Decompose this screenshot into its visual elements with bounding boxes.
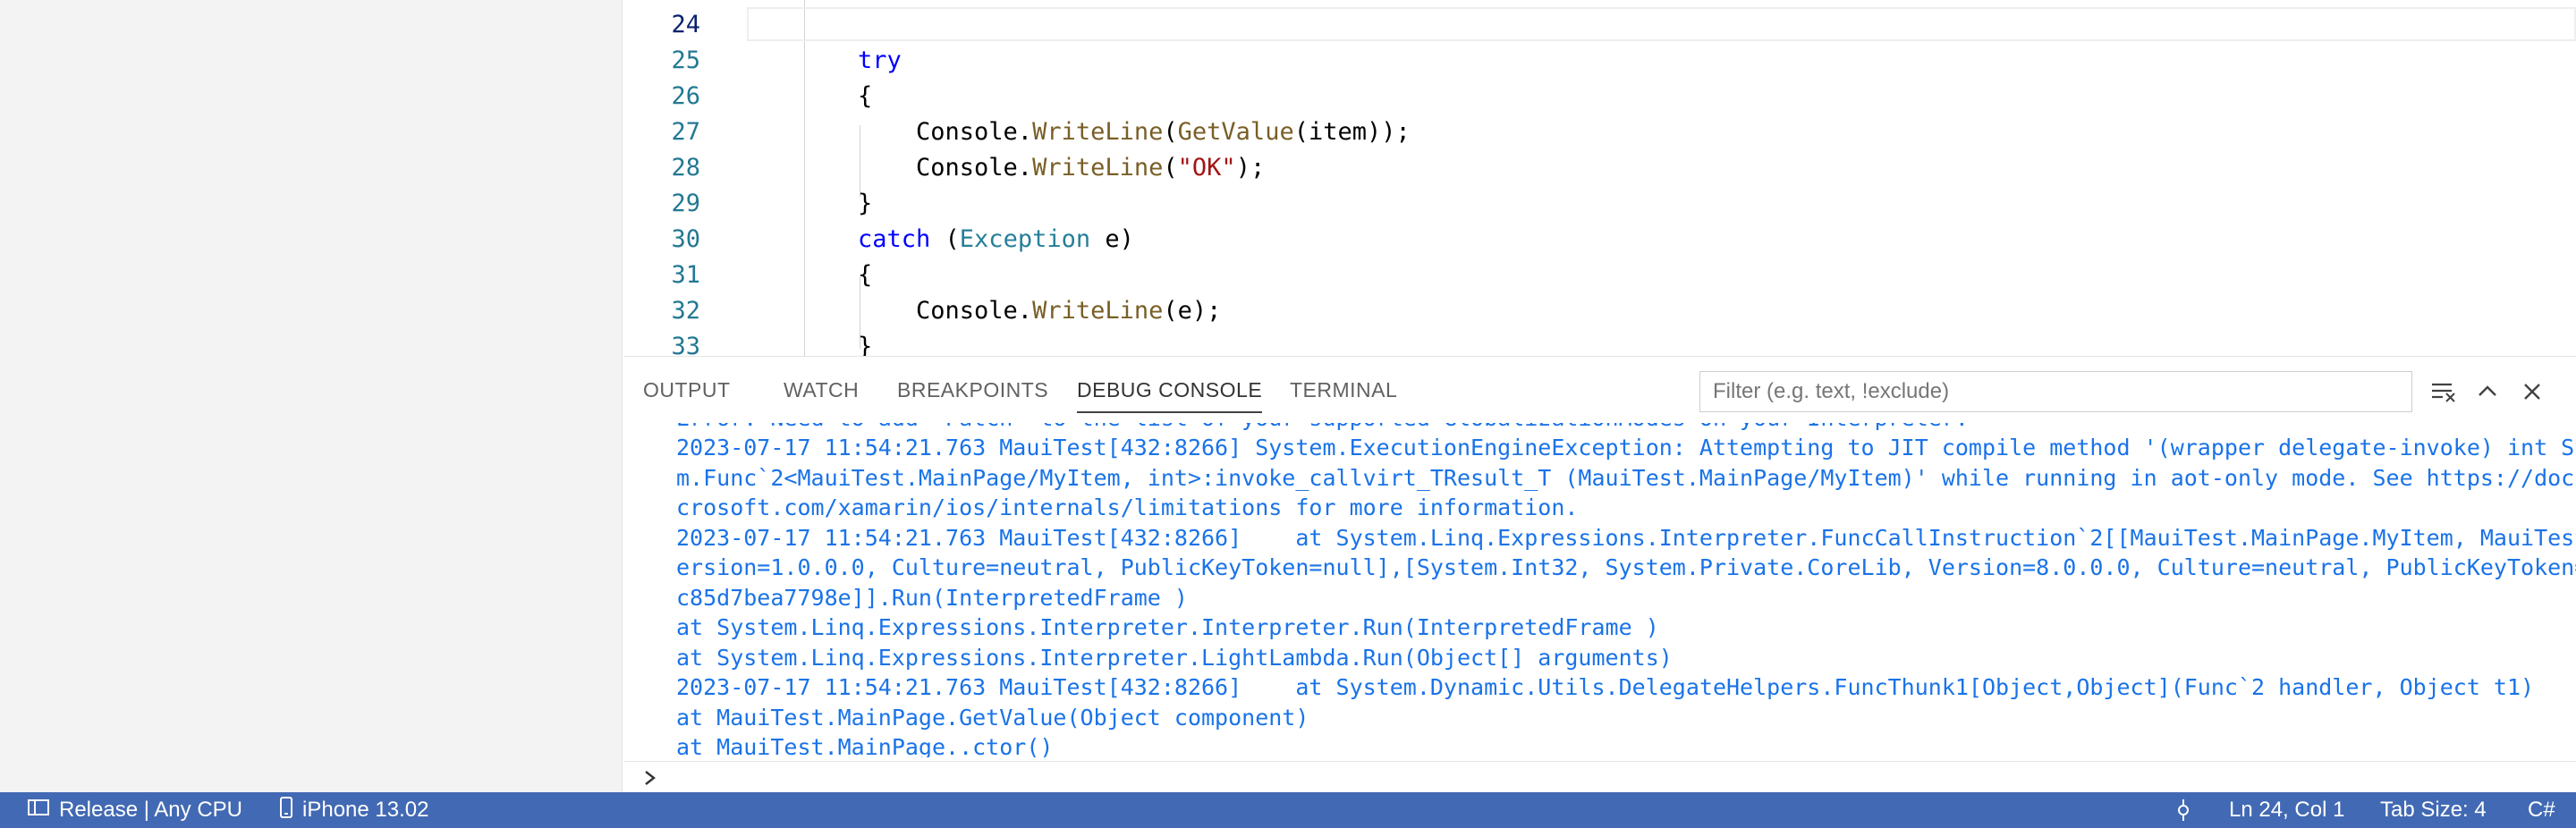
- code-token: try: [858, 46, 902, 74]
- line-number: 29: [671, 190, 700, 217]
- tab-watch[interactable]: WATCH: [784, 378, 859, 402]
- phone-icon: [279, 796, 293, 825]
- cursor-position[interactable]: Ln 24, Col 1: [2229, 792, 2344, 828]
- filter-input[interactable]: [1699, 371, 2412, 412]
- code-token: Exception: [959, 225, 1091, 253]
- console-line: crosoft.com/xamarin/ios/internals/limita…: [676, 494, 1579, 520]
- clear-console-icon[interactable]: [2425, 373, 2462, 410]
- line-number: 33: [671, 333, 700, 356]
- code-text: Console.WriteLine(e);: [858, 293, 1221, 329]
- code-token: catch: [858, 225, 931, 253]
- code-line[interactable]: 33}: [623, 329, 2576, 356]
- line-number: 31: [671, 261, 700, 289]
- console-line: 2023-07-17 11:54:21.763 MauiTest[432:826…: [676, 524, 2576, 551]
- code-token: (: [1163, 118, 1178, 146]
- code-line[interactable]: 27 Console.WriteLine(GetValue(item));: [623, 114, 2576, 150]
- device-label: iPhone 13.02: [302, 798, 429, 822]
- line-number: 28: [671, 154, 700, 182]
- line-number: 27: [671, 118, 700, 146]
- status-bar: Release | Any CPU iPhone 13.02 Ln 24, Co…: [0, 792, 2576, 828]
- tab-debug-console[interactable]: DEBUG CONSOLE: [1077, 378, 1263, 413]
- code-token: WriteLine: [1032, 297, 1164, 325]
- bottom-panel: OUTPUT WATCH BREAKPOINTS DEBUG CONSOLE T…: [623, 356, 2576, 792]
- code-text: try: [858, 43, 902, 79]
- code-token: (e);: [1163, 297, 1222, 325]
- maximize-panel-icon[interactable]: [2469, 373, 2506, 410]
- console-line: m.Func`2<MauiTest.MainPage/MyItem, int>:…: [676, 464, 2576, 491]
- line-number: 32: [671, 297, 700, 325]
- build-config[interactable]: Release | Any CPU: [27, 792, 242, 828]
- code-token: }: [858, 190, 873, 217]
- code-text: catch (Exception e): [858, 222, 1134, 258]
- language-mode[interactable]: C#: [2528, 792, 2555, 828]
- code-line[interactable]: 25 try: [623, 43, 2576, 79]
- code-token: (: [930, 225, 960, 253]
- line-number: 25: [671, 46, 700, 74]
- device-selector[interactable]: iPhone 13.02: [279, 792, 428, 828]
- code-token: "OK": [1177, 154, 1236, 182]
- window-icon: [27, 798, 50, 824]
- line-number: 26: [671, 82, 700, 110]
- code-line[interactable]: 32 Console.WriteLine(e);: [623, 293, 2576, 329]
- code-token: );: [1235, 154, 1266, 182]
- code-token: (item));: [1293, 118, 1411, 146]
- line-number: 24: [671, 11, 700, 38]
- console-line: 2023-07-17 11:54:21.763 MauiTest[432:826…: [676, 435, 2576, 460]
- code-token: {: [858, 82, 873, 110]
- console-line-partial: Error: Need to add `Patch` to the list o…: [676, 423, 2546, 434]
- panel-tab-bar: OUTPUT WATCH BREAKPOINTS DEBUG CONSOLE T…: [623, 357, 2576, 423]
- tab-output[interactable]: OUTPUT: [643, 378, 731, 402]
- code-text: Console.WriteLine(GetValue(item));: [858, 114, 1411, 150]
- tab-terminal[interactable]: TERMINAL: [1290, 378, 1397, 402]
- chevron-right-icon: [641, 765, 659, 795]
- code-token: (: [1163, 154, 1178, 182]
- debug-console-output[interactable]: Error: Need to add `Patch` to the list o…: [623, 423, 2576, 757]
- code-line[interactable]: 29}: [623, 186, 2576, 222]
- console-line: c85d7bea7798e]].Run(InterpretedFrame ): [676, 584, 1188, 611]
- code-token: WriteLine: [1032, 154, 1164, 182]
- code-token: WriteLine: [1032, 118, 1164, 146]
- console-line: ersion=1.0.0.0, Culture=neutral, PublicK…: [676, 554, 2576, 580]
- code-token: }: [858, 333, 873, 356]
- code-line[interactable]: 26 {: [623, 79, 2576, 114]
- code-text: }: [858, 329, 872, 356]
- line-number: 30: [671, 225, 700, 253]
- code-token: e): [1090, 225, 1134, 253]
- repl-bar: [623, 761, 2576, 793]
- console-line: 2023-07-17 11:54:21.763 MauiTest[432:826…: [676, 674, 2535, 700]
- code-line[interactable]: 30 catch (Exception e): [623, 222, 2576, 258]
- code-text: {: [858, 258, 872, 293]
- console-line: at System.Linq.Expressions.Interpreter.L…: [676, 644, 1673, 671]
- code-line[interactable]: 28 Console.WriteLine("OK");: [623, 150, 2576, 186]
- tab-size[interactable]: Tab Size: 4: [2380, 792, 2487, 828]
- build-config-label: Release | Any CPU: [59, 798, 242, 822]
- console-line: at MauiTest.MainPage..ctor(): [676, 734, 1054, 757]
- code-token: Console.: [858, 297, 1033, 325]
- code-line[interactable]: 24: [623, 7, 2576, 43]
- close-panel-icon[interactable]: [2513, 373, 2551, 410]
- code-line[interactable]: 31 {: [623, 258, 2576, 293]
- tab-breakpoints[interactable]: BREAKPOINTS: [897, 378, 1048, 402]
- code-editor[interactable]: 24 25 try 26{27 Console.WriteLine(GetValue(…: [623, 0, 2576, 356]
- code-token: Console.: [858, 154, 1033, 182]
- code-token: Console.: [858, 118, 1033, 146]
- side-panel: [0, 0, 623, 792]
- code-token: {: [858, 261, 873, 289]
- console-line: at System.Linq.Expressions.Interpreter.I…: [676, 614, 1659, 640]
- code-token: GetValue: [1177, 118, 1294, 146]
- code-text: {: [858, 79, 872, 114]
- repl-input[interactable]: [677, 764, 2377, 790]
- code-text: }: [858, 186, 872, 222]
- console-line: at MauiTest.MainPage.GetValue(Object com…: [676, 704, 1309, 731]
- code-text: Console.WriteLine("OK");: [858, 150, 1265, 186]
- source-control-icon[interactable]: [2174, 792, 2193, 828]
